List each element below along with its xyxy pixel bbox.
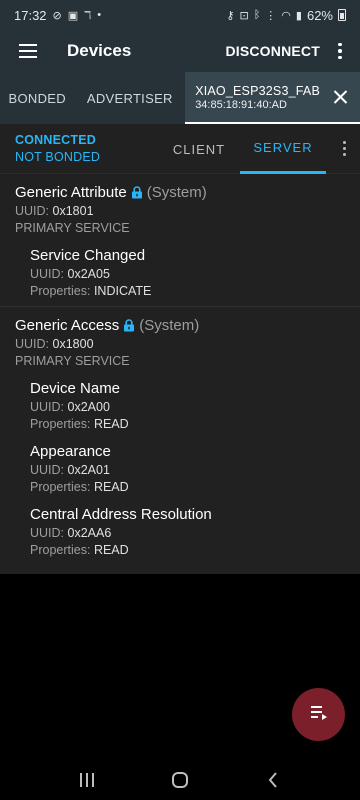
service-type: PRIMARY SERVICE xyxy=(15,221,130,235)
characteristic-uuid: 0x2A01 xyxy=(67,463,110,477)
link-icon: ⊘ xyxy=(52,9,62,22)
system-nav-bar xyxy=(0,760,360,800)
uuid-label: UUID: xyxy=(15,204,50,218)
uuid-label: UUID: xyxy=(30,267,65,281)
services-list: Generic Attribute (System) UUID: 0x1801 … xyxy=(0,174,360,574)
key-icon: ⚷ xyxy=(226,9,235,22)
wifi-icon: ◠ xyxy=(281,9,291,22)
uuid-label: UUID: xyxy=(30,400,65,414)
service-type: PRIMARY SERVICE xyxy=(15,354,130,368)
characteristic-name: Central Address Resolution xyxy=(30,506,212,523)
characteristic-properties: INDICATE xyxy=(93,284,152,298)
characteristic-item[interactable]: Appearance UUID: 0x2A01 Properties: READ xyxy=(30,443,360,494)
properties-label: Properties: xyxy=(30,480,91,494)
properties-label: Properties: xyxy=(30,284,91,298)
close-icon[interactable] xyxy=(320,71,360,123)
app-bar: Devices DISCONNECT xyxy=(0,30,360,72)
service-uuid: 0x1800 xyxy=(52,337,94,351)
dot-icon: • xyxy=(97,9,102,21)
bond-status: NOT BONDED xyxy=(15,150,101,164)
page-title: Devices xyxy=(67,41,132,60)
uuid-label: UUID: xyxy=(30,463,65,477)
service-tag: (System) xyxy=(146,184,207,201)
characteristic-name: Device Name xyxy=(30,380,121,397)
lock-status-icon: ⊡ xyxy=(239,9,249,22)
uuid-label: UUID: xyxy=(30,526,65,540)
status-bar: 17:32 ⊘ ▣ ℸ • ⚷ ⊡ ᛒ ⋮ ◠ ▮ 62% xyxy=(0,0,360,30)
characteristic-properties: READ xyxy=(93,543,129,557)
service-item[interactable]: Generic Attribute (System) UUID: 0x1801 … xyxy=(0,174,360,307)
overflow-menu-icon[interactable] xyxy=(328,42,352,60)
log-fab-button[interactable] xyxy=(292,688,345,741)
uuid-label: UUID: xyxy=(15,337,50,351)
characteristic-uuid: 0x2A00 xyxy=(67,400,110,414)
service-name: Generic Access xyxy=(15,317,120,334)
service-name: Generic Attribute xyxy=(15,184,127,201)
tab-server[interactable]: SERVER xyxy=(240,124,326,174)
battery-level: 62% xyxy=(306,7,333,23)
device-name: XIAO_ESP32S3_FAB xyxy=(195,83,320,98)
server-menu-icon[interactable] xyxy=(343,141,346,156)
tab-client[interactable]: CLIENT xyxy=(158,124,240,174)
service-uuid: 0x1801 xyxy=(52,204,94,218)
service-tag: (System) xyxy=(139,317,200,334)
connection-bar: CONNECTED NOT BONDED CLIENT SERVER xyxy=(0,124,360,174)
lock-icon xyxy=(131,186,143,199)
home-icon[interactable] xyxy=(160,765,200,795)
characteristic-uuid: 0x2AA6 xyxy=(67,526,112,540)
battery-icon xyxy=(338,9,346,21)
tab-advertiser[interactable]: ADVERTISER xyxy=(74,72,185,124)
characteristic-name: Appearance xyxy=(30,443,111,460)
gallery-icon: ▣ xyxy=(67,9,79,22)
connection-status: CONNECTED xyxy=(15,133,96,147)
tab-bonded[interactable]: BONDED xyxy=(0,72,74,124)
menu-icon[interactable] xyxy=(0,30,56,72)
device-mac: 34:85:18:91:40:AD xyxy=(195,98,287,111)
properties-label: Properties: xyxy=(30,543,91,557)
properties-label: Properties: xyxy=(30,417,91,431)
characteristic-item[interactable]: Device Name UUID: 0x2A00 Properties: REA… xyxy=(30,380,360,431)
notification-icon: ℸ xyxy=(84,9,92,22)
characteristic-uuid: 0x2A05 xyxy=(67,267,110,281)
back-icon[interactable] xyxy=(253,765,293,795)
recent-apps-icon[interactable] xyxy=(67,765,107,795)
log-list-icon xyxy=(310,704,328,725)
signal-icon: ▮ xyxy=(295,9,302,22)
disconnect-button[interactable]: DISCONNECT xyxy=(225,43,320,59)
service-item[interactable]: Generic Access (System) UUID: 0x1800 PRI… xyxy=(0,307,360,565)
characteristic-item[interactable]: Service Changed UUID: 0x2A05 Properties:… xyxy=(30,247,360,298)
characteristic-properties: READ xyxy=(93,480,129,494)
characteristic-name: Service Changed xyxy=(30,247,146,264)
device-tab-bar: BONDED ADVERTISER XIAO_ESP32S3_FAB 34:85… xyxy=(0,72,360,124)
characteristic-properties: READ xyxy=(93,417,129,431)
tab-device[interactable]: XIAO_ESP32S3_FAB 34:85:18:91:40:AD xyxy=(185,72,360,124)
status-time: 17:32 xyxy=(14,7,47,23)
lock-icon xyxy=(123,319,135,332)
characteristic-item[interactable]: Central Address Resolution UUID: 0x2AA6 … xyxy=(30,506,360,557)
vibrate-icon: ⋮ xyxy=(265,9,277,22)
bluetooth-icon: ᛒ xyxy=(253,9,261,21)
